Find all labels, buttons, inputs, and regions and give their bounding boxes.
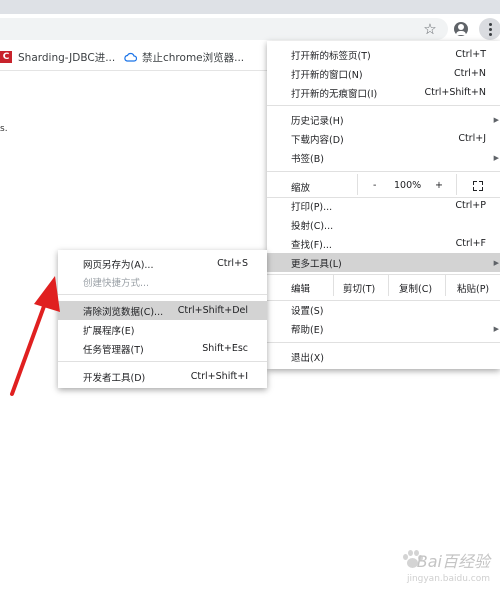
zoom-value: 100%: [394, 180, 422, 191]
menu-item-label: 下载内容(D): [291, 134, 344, 146]
menu-divider: [267, 342, 500, 343]
star-icon[interactable]: ☆: [420, 19, 440, 39]
watermark-text: Bai百经验: [416, 552, 490, 571]
menu-item-label: 帮助(E): [291, 324, 324, 336]
submenu-item-extensions[interactable]: 扩展程序(E): [58, 320, 267, 339]
cloud-icon: [124, 52, 137, 62]
menu-item-history[interactable]: 历史记录(H) ▶: [267, 110, 500, 129]
menu-divider: [58, 294, 267, 295]
menu-item-shortcut: Ctrl+S: [217, 258, 248, 269]
menu-item-new-tab[interactable]: 打开新的标签页(T) Ctrl+T: [267, 45, 500, 64]
submenu-arrow-icon: ▶: [493, 153, 499, 162]
menu-item-label: 清除浏览数据(C)...: [83, 306, 164, 318]
menu-item-bookmarks[interactable]: 书签(B) ▶: [267, 148, 500, 167]
profile-icon[interactable]: [451, 19, 471, 39]
fullscreen-icon[interactable]: [473, 181, 483, 191]
submenu-item-create-shortcut[interactable]: 创建快捷方式...: [58, 272, 267, 291]
submenu-arrow-icon: ▶: [493, 258, 499, 267]
page-text-fragment: s.: [0, 124, 8, 134]
menu-item-label: 网页另存为(A)...: [83, 259, 154, 271]
edit-divider: [388, 274, 389, 296]
more-tools-submenu: 网页另存为(A)... Ctrl+S 创建快捷方式... 清除浏览数据(C)..…: [58, 250, 267, 388]
edit-divider: [445, 274, 446, 296]
menu-item-label: 任务管理器(T): [83, 344, 144, 356]
zoom-in-button[interactable]: +: [435, 180, 443, 191]
menu-item-shortcut: Shift+Esc: [202, 343, 248, 354]
menu-item-shortcut: Ctrl+N: [454, 68, 486, 79]
menu-item-find[interactable]: 查找(F)... Ctrl+F: [267, 234, 500, 253]
bookmark-sharding-jdbc[interactable]: C Sharding-JDBC进...: [0, 49, 115, 65]
menu-item-label: 打开新的窗口(N): [291, 69, 363, 81]
menu-kebab-icon[interactable]: [479, 18, 500, 40]
submenu-item-dev-tools[interactable]: 开发者工具(D) Ctrl+Shift+I: [58, 367, 267, 386]
menu-item-label: 打印(P)...: [291, 201, 333, 213]
menu-item-label: 创建快捷方式...: [83, 277, 150, 289]
menu-item-print[interactable]: 打印(P)... Ctrl+P: [267, 196, 500, 215]
submenu-item-clear-browsing-data[interactable]: 清除浏览数据(C)... Ctrl+Shift+Del: [58, 301, 267, 320]
menu-item-shortcut: Ctrl+T: [455, 49, 486, 60]
menu-item-label: 书签(B): [291, 153, 324, 165]
submenu-item-save-page[interactable]: 网页另存为(A)... Ctrl+S: [58, 254, 267, 273]
menu-item-label: 投射(C)...: [291, 220, 334, 232]
menu-item-more-tools[interactable]: 更多工具(L) ▶: [267, 253, 500, 272]
menu-item-label: 退出(X): [291, 352, 324, 364]
edit-label: 编辑: [291, 284, 311, 295]
bookmark-label: Sharding-JDBC进...: [18, 51, 116, 64]
menu-item-shortcut: Ctrl+F: [455, 238, 486, 249]
annotation-arrow-icon: [10, 276, 60, 396]
menu-divider: [267, 171, 500, 172]
zoom-row: 缩放 - 100% +: [267, 174, 500, 195]
bookmark-label: 禁止chrome浏览器...: [142, 51, 245, 64]
menu-item-shortcut: Ctrl+Shift+Del: [177, 305, 248, 316]
csdn-logo-icon: C: [0, 51, 12, 63]
menu-divider: [58, 361, 267, 362]
menu-item-new-window[interactable]: 打开新的窗口(N) Ctrl+N: [267, 64, 500, 83]
zoom-out-button[interactable]: -: [373, 180, 376, 191]
edit-divider: [333, 274, 334, 296]
menu-item-label: 更多工具(L): [291, 258, 342, 270]
submenu-arrow-icon: ▶: [493, 115, 499, 124]
submenu-arrow-icon: ▶: [493, 324, 499, 333]
menu-item-cast[interactable]: 投射(C)...: [267, 215, 500, 234]
submenu-item-task-manager[interactable]: 任务管理器(T) Shift+Esc: [58, 339, 267, 358]
menu-item-label: 打开新的标签页(T): [291, 50, 371, 62]
menu-item-downloads[interactable]: 下载内容(D) Ctrl+J: [267, 129, 500, 148]
menu-item-label: 打开新的无痕窗口(I): [291, 88, 378, 100]
chrome-main-menu: 打开新的标签页(T) Ctrl+T 打开新的窗口(N) Ctrl+N 打开新的无…: [267, 41, 500, 369]
address-bar[interactable]: [0, 18, 448, 40]
menu-item-exit[interactable]: 退出(X): [267, 347, 500, 366]
menu-item-help[interactable]: 帮助(E) ▶: [267, 319, 500, 338]
paste-button[interactable]: 粘贴(P): [457, 281, 489, 295]
menu-divider: [267, 105, 500, 106]
menu-item-settings[interactable]: 设置(S): [267, 300, 500, 319]
menu-item-label: 开发者工具(D): [83, 372, 146, 384]
menu-item-new-incognito[interactable]: 打开新的无痕窗口(I) Ctrl+Shift+N: [267, 83, 500, 102]
watermark-url: jingyan.baidu.com: [406, 574, 490, 584]
menu-item-shortcut: Ctrl+J: [458, 133, 486, 144]
tab-strip: [0, 0, 500, 14]
menu-item-shortcut: Ctrl+Shift+I: [190, 371, 248, 382]
menu-item-label: 设置(S): [291, 305, 324, 317]
menu-item-shortcut: Ctrl+Shift+N: [424, 87, 486, 98]
cut-button[interactable]: 剪切(T): [343, 281, 375, 295]
menu-item-label: 查找(F)...: [291, 239, 332, 251]
menu-divider: [267, 274, 500, 275]
zoom-label: 缩放: [291, 183, 311, 194]
menu-item-shortcut: Ctrl+P: [455, 200, 486, 211]
menu-item-label: 扩展程序(E): [83, 325, 135, 337]
watermark: Bai百经验 jingyan.baidu.com: [346, 548, 496, 594]
edit-row: 编辑 剪切(T) 复制(C) 粘贴(P): [267, 274, 500, 297]
menu-item-label: 历史记录(H): [291, 115, 344, 127]
bookmark-disable-chrome[interactable]: 禁止chrome浏览器...: [124, 49, 244, 65]
copy-button[interactable]: 复制(C): [399, 281, 432, 295]
